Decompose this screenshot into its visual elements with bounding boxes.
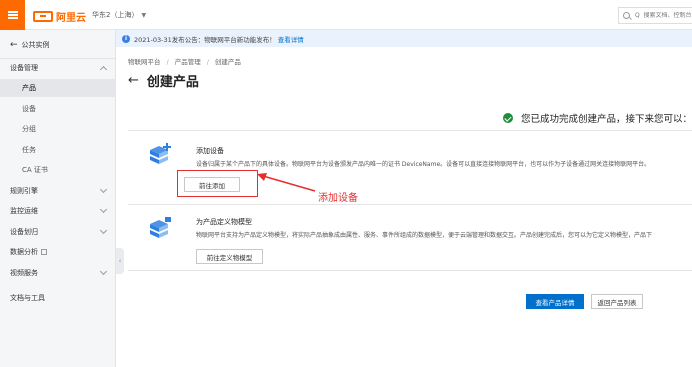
region-selector[interactable]: 华东2（上海） ▼ — [92, 10, 146, 20]
back-label: 公共实例 — [21, 41, 50, 49]
sidebar-item-docs-tools[interactable]: 文档与工具 — [0, 289, 116, 307]
chevron-down-icon — [99, 267, 108, 276]
footer-actions: 查看产品详情 返回产品列表 — [128, 270, 692, 320]
announcement-bar: i 2021-03-31发布公告：物联网平台新功能发布！ 查看详情 — [116, 30, 692, 47]
top-navigation-bar: 阿里云 华东2（上海） ▼ — [0, 0, 692, 30]
page-header: ← 创建产品 — [128, 71, 199, 90]
sidebar-item-label: 设备管理 — [10, 64, 38, 72]
add-device-title: 添加设备 — [196, 147, 224, 155]
thing-model-title: 为产品定义物模型 — [196, 218, 252, 226]
breadcrumb-separator: / — [166, 58, 169, 66]
sidebar-item-label: 数据分析 — [10, 248, 38, 256]
sidebar-item-data-analysis[interactable]: 数据分析 — [0, 243, 116, 261]
add-device-description: 设备归属于某个产品下的具体设备。物联网平台为设备颁发产品内唯一的证书 Devic… — [196, 161, 651, 168]
sidebar-item-device-management[interactable]: 设备管理 — [0, 59, 116, 77]
success-message: 您已成功完成创建产品，接下来您可以： — [503, 111, 692, 125]
search-box[interactable] — [618, 7, 692, 24]
external-link-icon — [41, 249, 47, 255]
annotation-label: 添加设备 — [318, 193, 358, 204]
sidebar-item-label: 任务 — [22, 146, 36, 154]
sidebar-item-label: 设备 — [22, 105, 36, 113]
model-cube-icon — [150, 217, 171, 238]
chevron-down-icon — [99, 205, 108, 214]
annotation-arrow-icon — [257, 173, 316, 192]
sidebar-item-rule-engine[interactable]: 规则引擎 — [0, 182, 116, 200]
device-stack-icon — [150, 143, 171, 164]
back-to-instances-link[interactable]: ← 公共实例 — [10, 40, 50, 50]
annotation-highlight-box — [177, 170, 258, 197]
breadcrumb-create-product: 创建产品 — [214, 58, 241, 66]
thing-model-description: 物联网平台支持为产品定义物模型，将实际产品抽象成由属性、服务、事件所组成的数据模… — [196, 232, 653, 239]
sidebar: ← 公共实例 设备管理 产品 设备 分组 任务 CA 证书 规则引擎 监控运维 … — [0, 30, 116, 367]
sidebar-item-video-service[interactable]: 视频服务 — [0, 264, 116, 282]
sidebar-item-device[interactable]: 设备 — [0, 100, 116, 118]
check-circle-icon — [503, 113, 513, 123]
breadcrumb: 物联网平台 / 产品管理 / 创建产品 — [128, 56, 241, 66]
sidebar-item-product[interactable]: 产品 — [0, 79, 116, 97]
view-product-detail-button[interactable]: 查看产品详情 — [526, 294, 584, 309]
sidebar-item-label: CA 证书 — [22, 166, 48, 174]
sidebar-item-label: 设备划归 — [10, 228, 38, 236]
thing-model-card: 为产品定义物模型 物联网平台支持为产品定义物模型，将实际产品抽象成由属性、服务、… — [128, 205, 692, 270]
sidebar-item-label: 监控运维 — [10, 207, 38, 215]
chevron-down-icon — [99, 185, 108, 194]
search-icon — [623, 12, 630, 19]
sidebar-collapse-handle[interactable]: ‹ — [116, 248, 124, 274]
breadcrumb-iot-platform[interactable]: 物联网平台 — [128, 58, 161, 66]
sidebar-item-monitoring-ops[interactable]: 监控运维 — [0, 202, 116, 220]
go-define-model-button[interactable]: 前往定义物模型 — [196, 249, 263, 264]
sidebar-item-label: 分组 — [22, 125, 36, 133]
breadcrumb-product-management[interactable]: 产品管理 — [175, 58, 201, 66]
sidebar-item-label: 文档与工具 — [10, 294, 45, 302]
view-details-link[interactable]: 查看详情 — [278, 34, 304, 44]
breadcrumb-separator: / — [206, 58, 209, 66]
announcement-text: 2021-03-31发布公告：物联网平台新功能发布！ — [134, 35, 276, 44]
logo-text: 阿里云 — [56, 13, 86, 24]
back-to-product-list-button[interactable]: 返回产品列表 — [591, 294, 643, 309]
info-icon: i — [122, 34, 130, 43]
caret-down-icon: ▼ — [141, 12, 147, 19]
chevron-left-icon: ‹ — [118, 257, 122, 265]
region-label: 华东2（上海） — [92, 11, 139, 19]
search-input[interactable] — [635, 12, 692, 19]
aliyun-logo[interactable]: 阿里云 — [33, 9, 86, 24]
sidebar-item-label: 产品 — [22, 84, 36, 92]
menu-button[interactable] — [0, 0, 25, 30]
hamburger-icon — [7, 11, 18, 19]
sidebar-item-label: 视频服务 — [10, 269, 38, 277]
success-text: 您已成功完成创建产品，接下来您可以： — [521, 114, 692, 125]
sidebar-item-task[interactable]: 任务 — [0, 141, 116, 159]
chevron-up-icon — [99, 65, 108, 74]
sidebar-item-device-assignment[interactable]: 设备划归 — [0, 223, 116, 241]
page-title: 创建产品 — [146, 75, 199, 90]
back-arrow-icon[interactable]: ← — [128, 73, 139, 88]
sidebar-item-group[interactable]: 分组 — [0, 120, 116, 138]
arrow-left-icon: ← — [10, 40, 18, 50]
sidebar-item-label: 规则引擎 — [10, 187, 38, 195]
chevron-down-icon — [99, 226, 108, 235]
aliyun-logo-icon — [33, 11, 53, 22]
sidebar-item-ca-certificate[interactable]: CA 证书 — [0, 161, 116, 179]
